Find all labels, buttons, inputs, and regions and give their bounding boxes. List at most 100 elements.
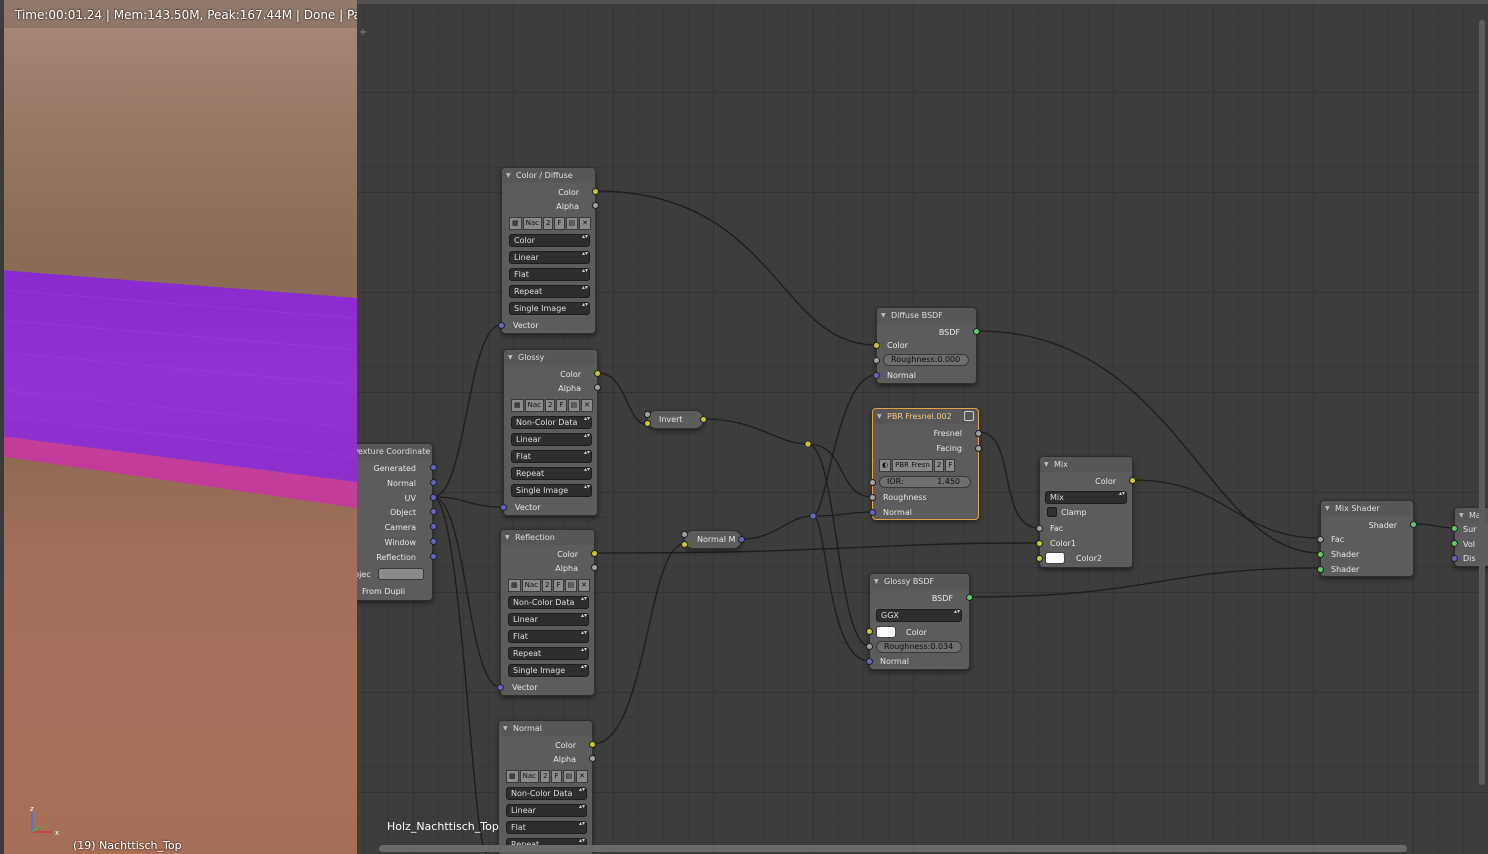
image-texture-node-normal[interactable]: Normal Color Alpha ▦ Nac 2 F ▤ ✕ Non-Col… (498, 720, 596, 854)
from-dupli-checkbox[interactable]: From Dupli (362, 587, 405, 596)
image-browse-icon[interactable]: ▦ (508, 579, 521, 592)
image-name[interactable]: Nac (522, 217, 542, 230)
fake-user-button[interactable]: F (554, 217, 565, 230)
color-space-dropdown[interactable]: Non-Color Data (511, 416, 592, 429)
source-dropdown[interactable]: Single Image (511, 484, 592, 497)
mix-shader-node[interactable]: Mix Shader Shader Fac Shader Shader (1317, 500, 1417, 577)
unlink-icon[interactable]: ✕ (578, 579, 590, 592)
vertical-scrollbar[interactable] (1479, 20, 1485, 785)
projection-dropdown[interactable]: Flat (508, 630, 589, 643)
socket-color-out[interactable] (592, 188, 599, 195)
node-group-browse-icon[interactable]: ◐ (879, 459, 892, 472)
image-selector[interactable]: ▦ Nac 2 F ▤ ✕ (508, 579, 590, 592)
socket-alpha-out[interactable] (591, 564, 598, 571)
interpolation-dropdown[interactable]: Linear (508, 613, 589, 626)
blend-type-dropdown[interactable]: Mix (1045, 491, 1127, 504)
socket-color-in[interactable] (873, 342, 880, 349)
group-edit-icon[interactable] (964, 411, 974, 421)
socket-bsdf-out[interactable] (973, 328, 980, 335)
texture-coordinate-node[interactable]: exture Coordinate Generated Normal UV Ob… (357, 443, 437, 601)
color2-swatch[interactable] (1045, 552, 1065, 564)
socket-vector-in[interactable] (497, 684, 504, 691)
socket-bsdf-out[interactable] (966, 594, 973, 601)
socket-alpha-out[interactable] (594, 384, 601, 391)
glossy-bsdf-node[interactable]: Glossy BSDF BSDF GGX Color Roughness:0.0… (866, 573, 973, 670)
source-dropdown[interactable]: Single Image (508, 664, 589, 677)
open-folder-icon[interactable]: ▤ (565, 217, 579, 230)
socket-color-in[interactable] (644, 420, 651, 427)
roughness-field[interactable]: Roughness:0.000 (883, 354, 969, 366)
fake-user-button[interactable]: F (553, 579, 564, 592)
unlink-icon[interactable]: ✕ (576, 770, 588, 783)
image-name[interactable]: Nac (519, 770, 539, 783)
image-selector[interactable]: ▦ Nac 2 F ▤ ✕ (506, 770, 588, 783)
socket-volume-in[interactable] (1451, 540, 1458, 547)
socket-window[interactable] (430, 538, 437, 545)
unlink-icon[interactable]: ✕ (581, 399, 593, 412)
socket-vector-in[interactable] (498, 322, 505, 329)
open-folder-icon[interactable]: ▤ (562, 770, 576, 783)
socket-generated[interactable] (430, 464, 437, 471)
image-selector[interactable]: ▦ Nac 2 F ▤ ✕ (511, 399, 593, 412)
projection-dropdown[interactable]: Flat (511, 450, 592, 463)
mix-rgb-node[interactable]: Mix Color Mix Clamp Fac Color1 Color2 (1036, 456, 1136, 568)
source-dropdown[interactable]: Single Image (509, 302, 590, 315)
node-group-name[interactable]: PBR Fresn (892, 459, 933, 472)
socket-color-out[interactable] (700, 416, 707, 423)
socket-vector-in[interactable] (500, 504, 507, 511)
interpolation-dropdown[interactable]: Linear (509, 251, 590, 264)
socket-fac-in[interactable] (1317, 536, 1324, 543)
color-space-dropdown[interactable]: Non-Color Data (506, 787, 587, 800)
extension-dropdown[interactable]: Repeat (508, 647, 589, 660)
fake-user-button[interactable]: F (551, 770, 562, 783)
color-space-dropdown[interactable]: Non-Color Data (508, 596, 589, 609)
socket-alpha-out[interactable] (589, 755, 596, 762)
clamp-checkbox[interactable] (1047, 507, 1057, 517)
3d-viewport[interactable]: Time:00:01.24 | Mem:143.50M, Peak:167.44… (0, 0, 357, 854)
socket-camera[interactable] (430, 523, 437, 530)
socket-color-out[interactable] (589, 741, 596, 748)
node-editor[interactable]: + + (357, 0, 1488, 854)
socket-color-out[interactable] (591, 550, 598, 557)
socket-uv[interactable] (430, 494, 437, 501)
socket-color-out[interactable] (1129, 477, 1136, 484)
socket-strength-in[interactable] (681, 531, 688, 538)
socket-facing-out[interactable] (975, 445, 982, 452)
image-selector[interactable]: ▦ Nac 2 F ▤ ✕ (509, 217, 591, 230)
projection-dropdown[interactable]: Flat (509, 268, 590, 281)
socket-color-out[interactable] (594, 370, 601, 377)
socket-roughness-in[interactable] (866, 643, 873, 650)
socket-normal[interactable] (430, 479, 437, 486)
socket-color-in[interactable] (866, 628, 873, 635)
extension-dropdown[interactable]: Repeat (511, 467, 592, 480)
socket-reflection[interactable] (430, 553, 437, 560)
fake-user-button[interactable]: F (945, 459, 956, 472)
distribution-dropdown[interactable]: GGX (876, 609, 962, 622)
roughness-field[interactable]: Roughness:0.034 (876, 641, 962, 653)
socket-normal-in[interactable] (869, 509, 876, 516)
area-split-icon[interactable]: + (357, 27, 369, 39)
socket-color1-in[interactable] (1036, 540, 1043, 547)
fake-user-button[interactable]: F (556, 399, 567, 412)
invert-node[interactable]: Invert (644, 410, 707, 429)
projection-dropdown[interactable]: Flat (506, 821, 587, 834)
pbr-fresnel-group-node[interactable]: PBR Fresnel.002 Fresnel Facing ◐ PBR Fre… (869, 408, 982, 520)
socket-shader1-in[interactable] (1317, 551, 1324, 558)
socket-roughness-in[interactable] (869, 494, 876, 501)
normal-map-node[interactable]: Normal M (681, 530, 745, 549)
image-texture-node-reflection[interactable]: Reflection Color Alpha ▦ Nac 2 F ▤ ✕ Non… (497, 529, 598, 696)
open-folder-icon[interactable]: ▤ (567, 399, 581, 412)
socket-fresnel-out[interactable] (975, 430, 982, 437)
socket-color-in[interactable] (681, 541, 688, 548)
socket-fac-in[interactable] (644, 411, 651, 418)
socket-surface-in[interactable] (1451, 525, 1458, 532)
image-browse-icon[interactable]: ▦ (511, 399, 524, 412)
socket-color2-in[interactable] (1036, 555, 1043, 562)
image-name[interactable]: Nac (524, 399, 544, 412)
interpolation-dropdown[interactable]: Linear (506, 804, 587, 817)
open-folder-icon[interactable]: ▤ (564, 579, 578, 592)
socket-roughness-in[interactable] (873, 357, 880, 364)
socket-object[interactable] (430, 508, 437, 515)
node-group-selector[interactable]: ◐ PBR Fresn 2 F (879, 459, 956, 472)
object-picker[interactable] (378, 568, 424, 580)
